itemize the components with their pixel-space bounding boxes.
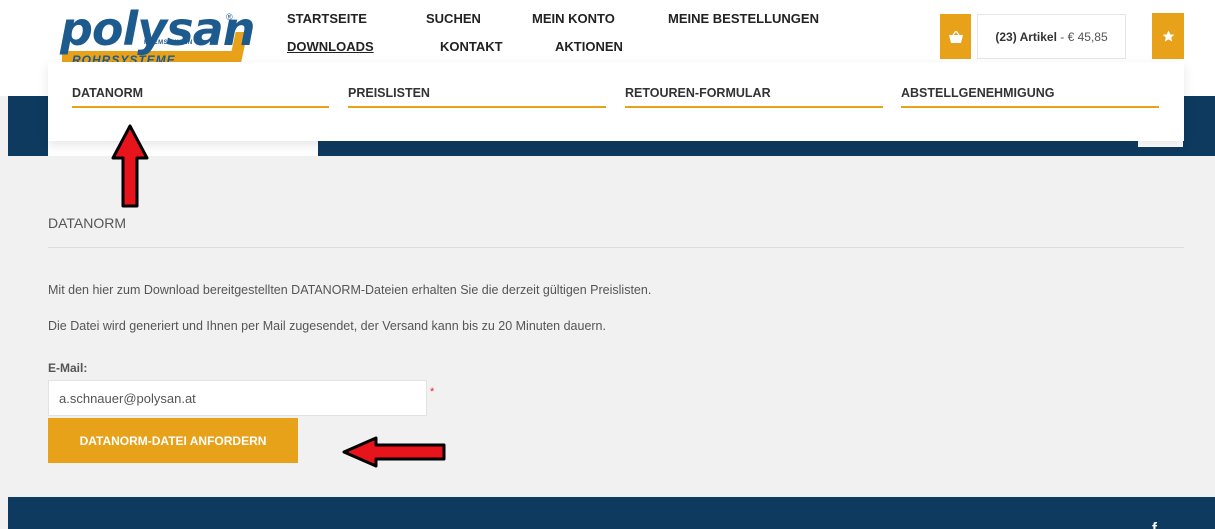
request-datanorm-button[interactable]: DATANORM-DATEI ANFORDERN <box>48 418 298 463</box>
footer <box>8 497 1215 529</box>
polysan-logo[interactable]: ROHRSYSTEME polysan KREMS · WIEN ® <box>60 6 270 66</box>
nav-startseite[interactable]: STARTSEITE <box>287 11 367 26</box>
email-field[interactable] <box>48 380 427 416</box>
annotation-arrow-left <box>342 436 446 468</box>
downloads-dropdown: DATANORM PREISLISTEN RETOUREN-FORMULAR A… <box>48 62 1184 141</box>
intro-paragraph: Mit den hier zum Download bereitgestellt… <box>48 283 652 297</box>
cart-separator: - <box>1056 29 1068 44</box>
nav-aktionen[interactable]: AKTIONEN <box>555 39 623 54</box>
nav-meine-bestellungen[interactable]: MEINE BESTELLUNGEN <box>668 11 819 26</box>
dropdown-item-retouren-formular[interactable]: RETOUREN-FORMULAR <box>625 86 883 108</box>
dropdown-item-preislisten[interactable]: PREISLISTEN <box>348 86 606 108</box>
page-title: DATANORM <box>48 215 127 231</box>
email-label: E-Mail: <box>48 361 88 375</box>
facebook-icon[interactable]: f <box>1152 520 1157 529</box>
cart-total: € 45,85 <box>1067 29 1108 44</box>
info-paragraph: Die Datei wird generiert und Ihnen per M… <box>48 319 606 333</box>
logo-subtitle: KREMS · WIEN <box>144 40 193 46</box>
cart-count: (23) Artikel <box>995 29 1057 44</box>
cart-summary[interactable]: (23) Artikel - € 45,85 <box>977 14 1126 59</box>
nav-suchen[interactable]: SUCHEN <box>426 11 481 26</box>
dropdown-item-datanorm[interactable]: DATANORM <box>72 86 329 108</box>
nav-mein-konto[interactable]: MEIN KONTO <box>532 11 615 26</box>
annotation-arrow-up <box>111 124 149 208</box>
cart-button[interactable] <box>940 14 971 59</box>
nav-downloads[interactable]: DOWNLOADS <box>287 39 374 54</box>
star-icon <box>1162 30 1174 41</box>
nav-kontakt[interactable]: KONTAKT <box>440 39 503 54</box>
required-marker: * <box>430 386 435 398</box>
dropdown-item-abstellgenehmigung[interactable]: ABSTELLGENEHMIGUNG <box>901 86 1159 108</box>
favorites-button[interactable] <box>1152 13 1184 59</box>
title-divider <box>48 247 1184 248</box>
logo-registered-mark: ® <box>226 12 233 22</box>
basket-icon <box>948 30 963 43</box>
